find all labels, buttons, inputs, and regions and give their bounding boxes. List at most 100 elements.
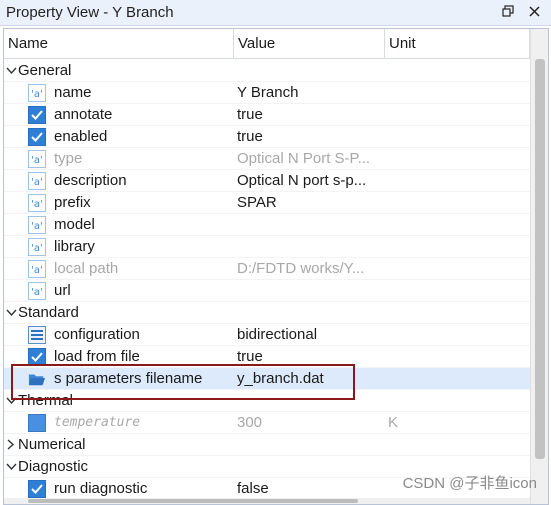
property-row-load-from-file[interactable]: load from file true (4, 346, 530, 368)
property-row-description[interactable]: 'a' description Optical N port s-p... (4, 170, 530, 192)
property-row-name[interactable]: 'a' name Y Branch (4, 82, 530, 104)
folder-open-icon (28, 370, 46, 388)
property-row-configuration[interactable]: configuration bidirectional (4, 324, 530, 346)
property-name-cell: s parameters filename (4, 370, 234, 388)
property-unit: K (388, 414, 399, 431)
svg-text:'a': 'a' (31, 243, 43, 254)
property-value[interactable]: Optical N Port S-P... (234, 150, 385, 167)
svg-text:'a': 'a' (31, 287, 43, 298)
text-icon: 'a' (28, 259, 46, 278)
property-value[interactable]: true (234, 106, 385, 123)
watermark: CSDN @子非鱼icon (402, 475, 537, 492)
svg-text:'a': 'a' (31, 199, 43, 210)
chevron-down-icon[interactable] (5, 460, 17, 474)
checkbox-icon (28, 127, 46, 146)
property-name: configuration (54, 326, 140, 343)
property-row-model[interactable]: 'a' model (4, 214, 530, 236)
horizontal-scrollbar-thumb[interactable] (28, 499, 358, 503)
property-value[interactable]: SPAR (234, 194, 385, 211)
column-header-value[interactable]: Value (234, 29, 385, 58)
property-name: local path (54, 260, 119, 277)
property-row-prefix[interactable]: 'a' prefix SPAR (4, 192, 530, 214)
property-value[interactable]: Optical N port s-p... (234, 172, 385, 189)
chevron-right-icon[interactable] (5, 438, 17, 452)
property-name-cell: configuration (4, 325, 234, 344)
property-name: load from file (54, 348, 140, 365)
group-general[interactable]: General (4, 60, 530, 82)
horizontal-scrollbar[interactable] (4, 498, 530, 504)
checkbox-icon (28, 105, 46, 124)
panel-titlebar: Property View - Y Branch (0, 0, 551, 26)
group-label: Standard (18, 304, 79, 321)
group-thermal[interactable]: Thermal (4, 390, 530, 412)
group-name-cell: Thermal (4, 392, 234, 409)
property-name-cell: 'a' model (4, 215, 234, 234)
text-icon: 'a' (28, 281, 46, 300)
column-header-unit[interactable]: Unit (385, 29, 530, 58)
property-name: library (54, 238, 95, 255)
property-name: type (54, 150, 83, 167)
property-value[interactable]: Y Branch (234, 84, 385, 101)
property-tree: Name Value Unit General 'a' name Y Branch a… (3, 28, 549, 505)
property-row-type[interactable]: 'a' type Optical N Port S-P... (4, 148, 530, 170)
checkbox-icon (28, 347, 46, 366)
property-name: description (54, 172, 127, 189)
chevron-down-icon[interactable] (5, 64, 17, 78)
group-standard[interactable]: Standard (4, 302, 530, 324)
close-icon[interactable] (527, 4, 541, 18)
group-label: Numerical (18, 436, 86, 453)
group-label: Diagnostic (18, 458, 89, 475)
property-row-local-path[interactable]: 'a' local path D:/FDTD works/Y... (4, 258, 530, 280)
property-name-cell: 'a' name (4, 83, 234, 102)
group-label: Thermal (18, 392, 74, 409)
text-icon: 'a' (28, 83, 46, 102)
float-window-icon[interactable] (501, 4, 515, 18)
property-row-url[interactable]: 'a' url (4, 280, 530, 302)
property-name-cell: load from file (4, 347, 234, 366)
svg-text:'a': 'a' (31, 265, 43, 276)
text-icon: 'a' (28, 193, 46, 212)
text-icon: 'a' (28, 171, 46, 190)
svg-text:'a': 'a' (31, 89, 43, 100)
text-icon: 'a' (28, 237, 46, 256)
vertical-scrollbar[interactable] (530, 29, 548, 504)
property-value[interactable]: y_branch.dat (234, 370, 385, 387)
column-header: Name Value Unit (4, 29, 530, 59)
number-icon (28, 413, 46, 432)
group-name-cell: Diagnostic (4, 458, 234, 475)
property-value[interactable]: true (234, 128, 385, 145)
property-value[interactable]: D:/FDTD works/Y... (234, 260, 385, 277)
property-row-library[interactable]: 'a' library (4, 236, 530, 258)
property-name: s parameters filename (54, 370, 203, 387)
svg-text:'a': 'a' (31, 177, 43, 188)
property-name-cell: 'a' local path (4, 259, 234, 278)
property-row-temperature[interactable]: temperature 300 K (4, 412, 530, 434)
property-name-cell: 'a' prefix (4, 193, 234, 212)
property-name-cell: run diagnostic (4, 479, 234, 498)
property-value[interactable]: false (234, 480, 385, 497)
column-header-name[interactable]: Name (4, 29, 234, 58)
property-name: run diagnostic (54, 480, 148, 497)
property-row-annotate[interactable]: annotate true (4, 104, 530, 126)
property-row-s-parameters-filename[interactable]: s parameters filename y_branch.dat (4, 368, 530, 390)
property-name-cell: temperature (4, 413, 234, 432)
list-icon (28, 325, 46, 344)
vertical-scrollbar-thumb[interactable] (535, 59, 545, 459)
property-value[interactable]: true (234, 348, 385, 365)
text-icon: 'a' (28, 149, 46, 168)
chevron-down-icon[interactable] (5, 394, 17, 408)
chevron-down-icon[interactable] (5, 306, 17, 320)
property-name-cell: 'a' url (4, 281, 234, 300)
property-rows: General'a' name Y Branch annotate true enabl… (4, 60, 530, 500)
property-row-enabled[interactable]: enabled true (4, 126, 530, 148)
checkbox-icon (28, 479, 46, 498)
property-name: temperature (54, 415, 141, 430)
text-icon: 'a' (28, 215, 46, 234)
group-numerical[interactable]: Numerical (4, 434, 530, 456)
group-name-cell: Standard (4, 304, 234, 321)
property-value[interactable]: bidirectional (234, 326, 385, 343)
property-value[interactable]: 300 (234, 414, 385, 431)
property-name: prefix (54, 194, 91, 211)
property-name-cell: 'a' description (4, 171, 234, 190)
property-name-cell: 'a' library (4, 237, 234, 256)
